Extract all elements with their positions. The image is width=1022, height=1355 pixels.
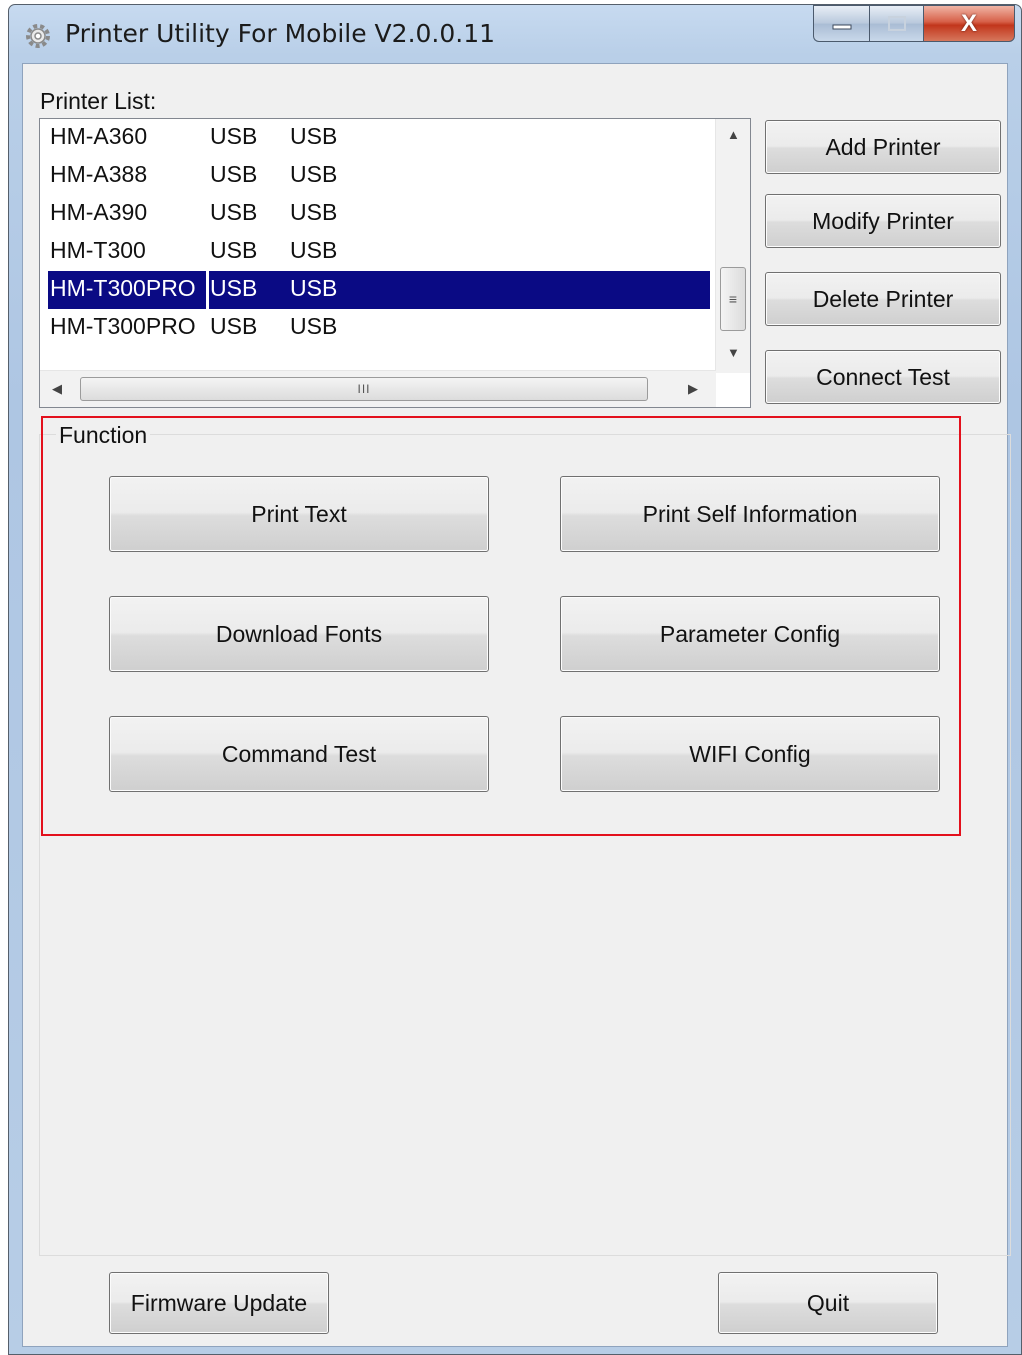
horizontal-scrollbar[interactable]: ◀ III ▶ [40,370,716,407]
printer-interface: USB [290,123,338,149]
printer-port: USB [210,237,258,263]
main-window: Printer Utility For Mobile V2.0.0.11 X P… [8,4,1022,1355]
connect-test-button[interactable]: Connect Test [765,350,1001,404]
list-item[interactable]: HM-A388 USB USB [48,157,710,195]
close-button[interactable]: X [923,5,1015,42]
parameter-config-button[interactable]: Parameter Config [560,596,940,672]
caption-buttons: X [813,5,1015,43]
list-item[interactable]: HM-A390 USB USB [48,195,710,233]
printer-interface: USB [290,313,338,339]
print-self-information-button[interactable]: Print Self Information [560,476,940,552]
printer-list[interactable]: HM-A360 USB USB HM-A388 USB USB HM-A390 … [39,118,751,408]
delete-printer-button[interactable]: Delete Printer [765,272,1001,326]
printer-list-label: Printer List: [40,88,157,114]
scroll-up-arrow-icon[interactable]: ▲ [727,127,740,142]
printer-interface: USB [290,237,338,263]
horizontal-scroll-thumb[interactable]: III [80,377,648,401]
printer-name: HM-A390 [50,199,148,225]
window-title: Printer Utility For Mobile V2.0.0.11 [65,19,496,48]
printer-port: USB [210,199,258,225]
close-icon: X [960,9,977,37]
printer-name: HM-A360 [50,123,148,149]
minimize-button[interactable] [813,5,869,42]
wifi-config-button[interactable]: WIFI Config [560,716,940,792]
modify-printer-button[interactable]: Modify Printer [765,194,1001,248]
list-item[interactable]: HM-A360 USB USB [48,119,710,157]
function-label: Function [56,422,151,449]
firmware-update-button[interactable]: Firmware Update [109,1272,329,1334]
printer-name: HM-T300PRO [50,313,196,339]
printer-name: HM-T300 [50,237,146,263]
list-item[interactable]: HM-T300PRO USB USB [48,309,710,347]
vertical-scrollbar[interactable]: ▲ ≡ ▼ [715,119,750,373]
print-text-button[interactable]: Print Text [109,476,489,552]
printer-interface: USB [290,199,338,225]
column-separator [206,271,209,309]
download-fonts-button[interactable]: Download Fonts [109,596,489,672]
printer-port: USB [210,123,258,149]
vertical-scroll-thumb[interactable]: ≡ [720,267,746,331]
printer-port: USB [210,161,258,187]
list-item-selected[interactable]: HM-T300PRO USB USB [48,271,710,309]
add-printer-button[interactable]: Add Printer [765,120,1001,174]
scroll-down-arrow-icon[interactable]: ▼ [727,345,740,360]
printer-port: USB [210,313,258,339]
printer-name: HM-A388 [50,161,148,187]
list-item[interactable]: HM-T300 USB USB [48,233,710,271]
quit-button[interactable]: Quit [718,1272,938,1334]
printer-port: USB [210,275,258,301]
minimize-icon [832,24,851,29]
scroll-left-arrow-icon[interactable]: ◀ [52,381,62,397]
printer-name: HM-T300PRO [50,275,196,301]
client-area: Printer List: HM-A360 USB USB HM-A388 US… [22,63,1011,1347]
maximize-button[interactable] [869,5,923,42]
title-bar[interactable]: Printer Utility For Mobile V2.0.0.11 X [9,5,1021,63]
gear-icon [26,24,50,48]
printer-interface: USB [290,161,338,187]
maximize-icon [887,15,906,31]
command-test-button[interactable]: Command Test [109,716,489,792]
printer-interface: USB [290,275,338,301]
scroll-right-arrow-icon[interactable]: ▶ [688,381,698,397]
